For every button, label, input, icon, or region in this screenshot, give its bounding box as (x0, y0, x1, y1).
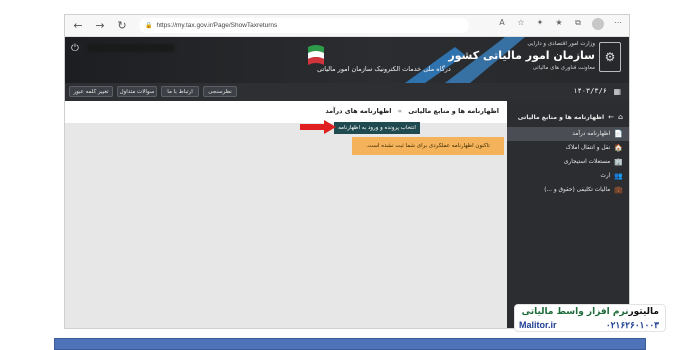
browser-toolbar-icons: A ☆ ✦ ★ ⧉ ⋯ (497, 18, 623, 30)
malitor-badge: مالیتورنرم افزار واسط مالیاتی Malitor.ir… (514, 304, 666, 332)
select-file-button[interactable]: انتخاب پرونده و ورود به اظهارنامه (334, 122, 420, 134)
breadcrumb: اظهارنامه ها و منابع مالیاتی » اظهارنامه… (325, 107, 499, 115)
portal-title: درگاه ملی خدمات الکترونیک سازمان امور ما… (317, 65, 451, 73)
faq-button[interactable]: سوالات متداول (117, 86, 157, 97)
breadcrumb-separator: » (397, 107, 402, 115)
collections-icon[interactable]: ⧉ (573, 18, 583, 30)
sidebar-section-tax-returns[interactable]: ⌂ ← اظهارنامه ها و منابع مالیاتی (518, 111, 623, 123)
sidebar-item-label: اظهارنامه درآمد (572, 131, 611, 137)
badge-website: Malitor.ir (519, 320, 557, 330)
house-icon: 🏠 (614, 144, 623, 152)
sidebar-item-label: نقل و انتقال املاک (565, 145, 611, 151)
sidebar-item-inheritance[interactable]: 👥 ارث (600, 170, 623, 182)
sidebar-item-income-return[interactable]: 📄 اظهارنامه درآمد (572, 128, 623, 140)
top-nav-bar: تغییر کلمه عبور سوالات متداول ارتباط با … (65, 83, 629, 101)
main-content: اظهارنامه ها و منابع مالیاتی » اظهارنامه… (65, 101, 507, 328)
breadcrumb-current: اظهارنامه های درآمد (325, 107, 392, 115)
favorite-star-icon[interactable]: ☆ (516, 18, 526, 30)
org-subtitle: معاونت فناوری های مالیاتی (532, 65, 595, 71)
sidebar-item-label: ارث (600, 173, 611, 179)
read-aloud-icon[interactable]: A (497, 18, 507, 30)
breadcrumb-root[interactable]: اظهارنامه ها و منابع مالیاتی (408, 107, 499, 115)
tax-logo-icon: ⚙ (599, 42, 621, 72)
browser-window: ← → ↻ 🔒 https://my.tax.gov.ir/Page/ShowT… (64, 14, 630, 329)
extensions-icon[interactable]: ✦ (535, 18, 545, 30)
change-password-button[interactable]: تغییر کلمه عبور (69, 86, 113, 97)
power-icon[interactable]: ⏻ (71, 43, 79, 54)
bottom-banner (54, 338, 646, 350)
badge-title: مالیتورنرم افزار واسط مالیاتی (522, 307, 659, 317)
sidebar-section-label: اظهارنامه ها و منابع مالیاتی (517, 113, 605, 121)
sidebar-item-property-transfer[interactable]: 🏠 نقل و انتقال املاک (566, 142, 623, 154)
sidebar: ⌂ ← اظهارنامه ها و منابع مالیاتی 📄 اظهار… (505, 101, 629, 328)
more-menu-icon[interactable]: ⋯ (613, 18, 623, 30)
people-icon: 👥 (614, 172, 623, 180)
avatar[interactable] (592, 18, 604, 30)
sidebar-item-label: مستغلات استیجاری (563, 159, 611, 165)
lock-icon: 🔒 (145, 23, 153, 29)
no-return-alert: تاکنون اظهارنامه عملکردی برای شما ثبت نش… (352, 137, 504, 155)
calendar-icon: ▦ (613, 87, 621, 96)
reload-button[interactable]: ↻ (113, 17, 131, 35)
arrow-left-icon: ← (608, 113, 614, 121)
survey-button[interactable]: نظرسنجی (203, 86, 237, 97)
back-button[interactable]: ← (69, 17, 87, 35)
badge-brand: مالیتور (628, 307, 659, 317)
url-text: https://my.tax.gov.ir/Page/ShowTaxreturn… (156, 22, 278, 29)
address-bar[interactable]: 🔒 https://my.tax.gov.ir/Page/ShowTaxretu… (139, 18, 469, 33)
user-name-redacted (87, 44, 175, 52)
sidebar-item-withholding-tax[interactable]: 💼 مالیات تکلیفی (حقوق و ...) (544, 184, 623, 196)
red-arrow-icon (300, 120, 336, 134)
briefcase-icon: 💼 (614, 186, 623, 194)
date-display: ۱۴۰۳/۳/۶ (573, 87, 607, 95)
building-icon: 🏢 (614, 158, 623, 166)
contact-button[interactable]: ارتباط با ما (161, 86, 199, 97)
ministry-name: وزارت امور اقتصادی و دارایی (527, 41, 595, 47)
sidebar-item-label: مالیات تکلیفی (حقوق و ...) (544, 187, 611, 193)
badge-phone: ۰۲۱۶۲۶۰۱۰۰۳ (605, 320, 659, 330)
document-icon: 📄 (614, 130, 623, 138)
org-name: سازمان امور مالیاتی کشور (448, 49, 595, 62)
sidebar-item-rental[interactable]: 🏢 مستغلات استیجاری (564, 156, 623, 168)
site-header: ⏻ درگاه ملی خدمات الکترونیک سازمان امور … (65, 37, 629, 83)
favorites-icon[interactable]: ★ (554, 18, 564, 30)
badge-tagline: نرم افزار واسط مالیاتی (521, 307, 629, 317)
home-icon: ⌂ (617, 113, 623, 121)
browser-toolbar: ← → ↻ 🔒 https://my.tax.gov.ir/Page/ShowT… (65, 15, 629, 37)
forward-button[interactable]: → (91, 17, 109, 35)
